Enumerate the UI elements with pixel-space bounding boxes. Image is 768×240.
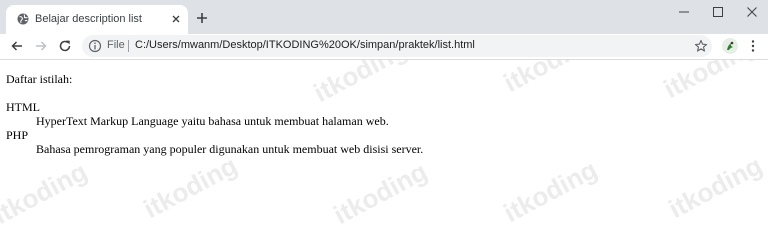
globe-icon [17,13,29,25]
description-list: HTML HyperText Markup Language yaitu bah… [6,100,746,156]
tab-strip: Belajar description list [0,0,768,34]
watermark: itkoding [663,150,767,225]
minimize-icon[interactable] [677,5,691,19]
watermark: itkoding [498,154,602,229]
description-php: Bahasa pemrograman yang populer digunaka… [36,142,424,156]
term-html: HTML [6,100,40,114]
watermark: itkoding [138,150,242,225]
info-icon[interactable] [88,39,102,53]
page-viewport: itkoding itkoding itkoding itkoding itko… [0,60,768,240]
watermark: itkoding [328,156,432,231]
close-icon[interactable] [170,13,182,25]
tab-title: Belajar description list [35,13,142,25]
watermark: itkoding [0,156,92,231]
scheme-label: File [107,39,125,51]
maximize-icon[interactable] [711,5,725,19]
address-bar[interactable]: File C:/Users/mwanm/Desktop/ITKODING%20O… [82,35,712,57]
intro-text: Daftar istilah: [6,72,73,86]
page-content: Daftar istilah: HTML HyperText Markup La… [6,72,746,156]
star-icon[interactable] [694,39,708,53]
kebab-menu-icon[interactable] [748,39,758,53]
browser-tab[interactable]: Belajar description list [6,5,188,34]
browser-toolbar: File C:/Users/mwanm/Desktop/ITKODING%20O… [0,34,768,60]
extension-icon[interactable] [722,38,738,54]
url-text[interactable]: C:/Users/mwanm/Desktop/ITKODING%20OK/sim… [135,39,475,51]
description-html: HyperText Markup Language yaitu bahasa u… [36,114,389,128]
plus-icon[interactable] [195,11,209,25]
omnibox-divider [128,40,129,52]
browser-window: Belajar description list File C:/Users/m… [0,0,768,240]
term-php: PHP [6,128,29,142]
reload-icon[interactable] [58,39,72,53]
forward-arrow-icon[interactable] [34,39,48,53]
close-icon[interactable] [745,5,759,19]
back-arrow-icon[interactable] [10,39,24,53]
